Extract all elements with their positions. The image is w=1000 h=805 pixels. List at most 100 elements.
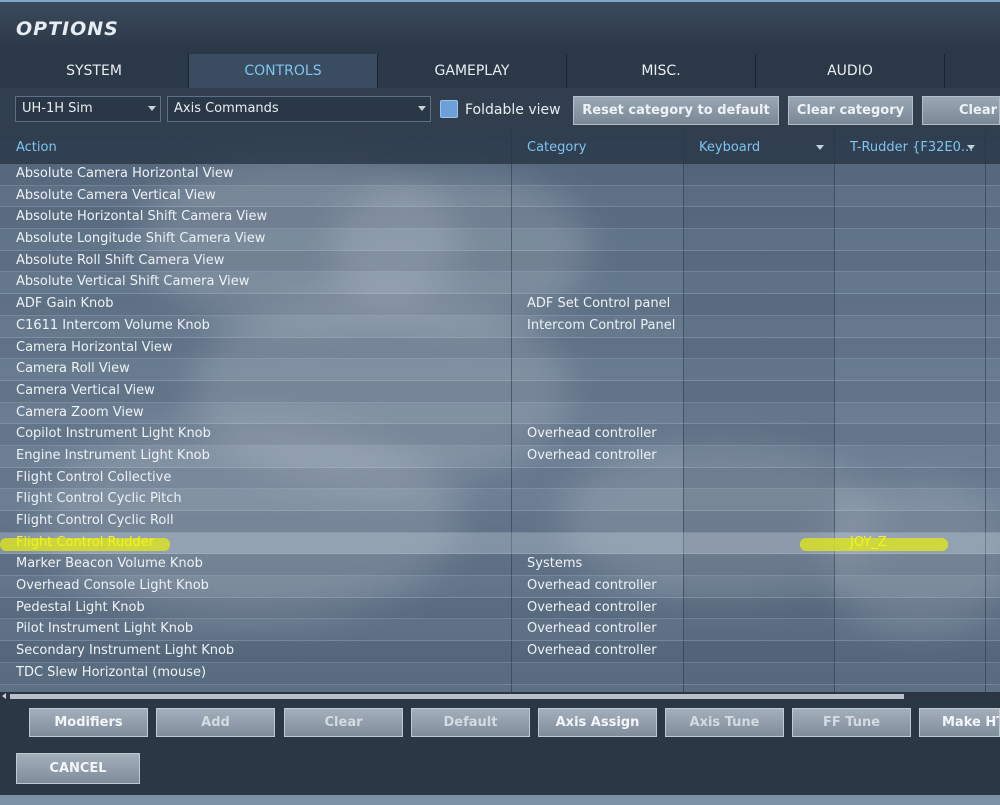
default-button[interactable]: Default	[411, 708, 530, 737]
action-cell: Engine Instrument Light Knob	[16, 447, 210, 463]
table-row[interactable]: Engine Instrument Light Knob Overhead con…	[0, 445, 1000, 468]
table-row[interactable]: Marker Beacon Volume Knob Systems	[0, 554, 1000, 577]
table-row[interactable]: Flight Control Collective	[0, 467, 1000, 490]
column-header-action-label: Action	[16, 139, 57, 155]
clear-all-button[interactable]: Clear a	[922, 96, 1000, 125]
category-cell: Overhead controller	[527, 643, 657, 659]
column-header-keyboard[interactable]: Keyboard	[683, 130, 834, 164]
table-row[interactable]: Pilot Instrument Light Knob Overhead cont…	[0, 619, 1000, 642]
title-bar: OPTIONS	[0, 0, 1000, 54]
bottom-panel: Modifiers Add Clear Default Axis Assign …	[0, 701, 1000, 805]
category-cell: Overhead controller	[527, 621, 657, 637]
action-cell: Pilot Instrument Light Knob	[16, 621, 194, 637]
window-title: OPTIONS	[16, 18, 119, 40]
table-row[interactable]: Secondary Instrument Light Knob Overhead …	[0, 641, 1000, 663]
axis-tune-button[interactable]: Axis Tune	[665, 708, 784, 737]
horizontal-scrollbar[interactable]	[0, 692, 1000, 701]
category-cell: Overhead controller	[527, 578, 657, 594]
action-cell: Secondary Instrument Light Knob	[16, 643, 235, 659]
table-row[interactable]: Camera Roll View	[0, 359, 1000, 381]
action-cell: Absolute Horizontal Shift Camera View	[16, 209, 268, 225]
category-select-value: Axis Commands	[174, 101, 279, 116]
device-binding-cell[interactable]: JOY_Z	[850, 535, 887, 550]
action-cell: Flight Control Cyclic Roll	[16, 513, 174, 528]
tab-misc[interactable]: MISC.	[567, 54, 756, 88]
chevron-down-icon	[418, 106, 426, 111]
table-row[interactable]: Absolute Camera Vertical View	[0, 185, 1000, 208]
action-cell: Camera Roll View	[16, 361, 130, 377]
table-row[interactable]: Flight Control Rudder JOY_Z	[0, 532, 1000, 555]
window-bottom-edge	[0, 795, 1000, 805]
column-header-category[interactable]: Category	[511, 130, 683, 164]
scrollbar-thumb[interactable]	[10, 694, 904, 699]
column-header-device[interactable]: T-Rudder {F32E0...	[834, 130, 985, 164]
table-row[interactable]: Pedestal Light Knob Overhead controller	[0, 597, 1000, 620]
table-row[interactable]: Flight Control Cyclic Pitch	[0, 489, 1000, 511]
aircraft-select-value: UH-1H Sim	[22, 101, 93, 116]
action-cell: Marker Beacon Volume Knob	[16, 556, 203, 572]
action-cell: Absolute Roll Shift Camera View	[16, 252, 225, 268]
action-cell: Overhead Console Light Knob	[16, 578, 209, 594]
clear-button[interactable]: Clear	[284, 708, 403, 737]
table-row[interactable]: Camera Vertical View	[0, 380, 1000, 403]
table-row[interactable]: TDC Slew Horizontal (mouse)	[0, 662, 1000, 685]
axis-assign-button[interactable]: Axis Assign	[538, 708, 657, 737]
add-button[interactable]: Add	[156, 708, 275, 737]
table-row[interactable]: ADF Gain Knob ADF Set Control panel	[0, 294, 1000, 316]
table-row[interactable]: Camera Horizontal View	[0, 337, 1000, 360]
category-cell: Overhead controller	[527, 447, 657, 463]
tab-gameplay[interactable]: GAMEPLAY	[378, 54, 567, 88]
tab-controls[interactable]: CONTROLS	[189, 54, 378, 88]
reset-category-button[interactable]: Reset category to default	[573, 96, 779, 125]
table-header: Action Category Keyboard T-Rudder {F32E0…	[0, 130, 1000, 164]
action-cell: Absolute Longitude Shift Camera View	[16, 231, 266, 247]
action-cell: Absolute Vertical Shift Camera View	[16, 274, 250, 290]
table-row[interactable]: Absolute Roll Shift Camera View	[0, 250, 1000, 273]
category-cell: Systems	[527, 556, 583, 572]
category-cell: Overhead controller	[527, 426, 657, 442]
action-cell: Flight Control Cyclic Pitch	[16, 491, 182, 507]
table-row[interactable]: Absolute Camera Horizontal View	[0, 164, 1000, 186]
scroll-left-icon[interactable]	[2, 693, 6, 699]
action-cell: Flight Control Rudder	[16, 534, 155, 550]
table-row[interactable]: C1611 Intercom Volume Knob Intercom Contr…	[0, 315, 1000, 338]
action-cell: Flight Control Collective	[16, 469, 172, 485]
table-row[interactable]: Overhead Console Light Knob Overhead cont…	[0, 576, 1000, 598]
category-select[interactable]: Axis Commands	[167, 96, 431, 122]
tab-audio[interactable]: AUDIO	[756, 54, 945, 88]
action-cell: Camera Zoom View	[16, 404, 144, 420]
foldable-view-label: Foldable view	[465, 102, 561, 118]
category-cell: ADF Set Control panel	[527, 296, 671, 312]
table-row[interactable]: Camera Zoom View	[0, 402, 1000, 425]
clear-category-button[interactable]: Clear category	[788, 96, 913, 125]
chevron-down-icon	[148, 106, 156, 111]
chevron-down-icon	[967, 145, 975, 150]
make-html-button[interactable]: Make HTM	[919, 708, 1000, 737]
action-cell: TDC Slew Horizontal (mouse)	[16, 664, 207, 680]
action-cell: C1611 Intercom Volume Knob	[16, 317, 210, 333]
aircraft-select[interactable]: UH-1H Sim	[15, 96, 161, 122]
options-window: OPTIONS SYSTEM CONTROLS GAMEPLAY MISC. A…	[0, 0, 1000, 805]
tab-overflow	[945, 54, 1000, 88]
action-cell: Camera Horizontal View	[16, 339, 173, 355]
table-row[interactable]: Absolute Longitude Shift Camera View	[0, 229, 1000, 251]
table-row[interactable]: Absolute Horizontal Shift Camera View	[0, 207, 1000, 230]
column-header-action[interactable]: Action	[0, 130, 511, 164]
table-row[interactable]: Copilot Instrument Light Knob Overhead co…	[0, 424, 1000, 446]
tab-bar: SYSTEM CONTROLS GAMEPLAY MISC. AUDIO	[0, 54, 1000, 88]
chevron-down-icon	[816, 145, 824, 150]
table-row[interactable]: Absolute Vertical Shift Camera View	[0, 272, 1000, 295]
tab-system[interactable]: SYSTEM	[0, 54, 189, 88]
column-header-device-label: T-Rudder {F32E0...	[850, 139, 974, 155]
ff-tune-button[interactable]: FF Tune	[792, 708, 911, 737]
action-cell: Camera Vertical View	[16, 382, 155, 398]
column-header-keyboard-label: Keyboard	[699, 139, 761, 155]
action-cell: Copilot Instrument Light Knob	[16, 426, 211, 442]
bindings-table-body: Absolute Camera Horizontal View Absolute …	[0, 164, 1000, 692]
cancel-button[interactable]: CANCEL	[16, 753, 140, 784]
category-cell: Overhead controller	[527, 599, 657, 615]
modifiers-button[interactable]: Modifiers	[29, 708, 148, 737]
foldable-view-checkbox[interactable]	[440, 100, 458, 118]
table-row[interactable]: Flight Control Cyclic Roll	[0, 511, 1000, 533]
category-cell: Intercom Control Panel	[527, 317, 676, 333]
